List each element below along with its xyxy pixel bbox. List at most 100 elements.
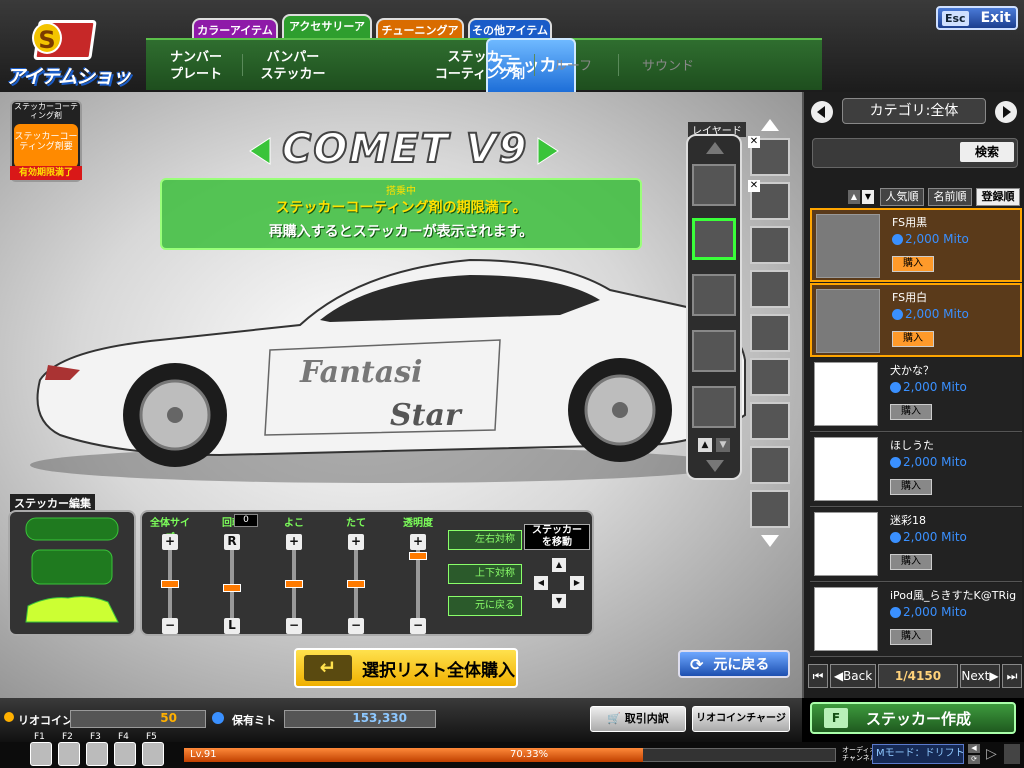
slider-knob[interactable] <box>223 584 241 592</box>
layer-slot-selected[interactable] <box>692 218 736 260</box>
sticker-thumbnail[interactable] <box>814 587 878 651</box>
slider-track[interactable] <box>416 550 420 626</box>
car-view-icons[interactable] <box>18 514 126 630</box>
car-illustration[interactable]: Fantasi Star <box>0 230 760 490</box>
tab-accessory-items[interactable]: アクセサリーアイテム <box>282 14 372 55</box>
buy-button[interactable]: 購入 <box>890 479 932 495</box>
sticker-list-item[interactable]: FS用黒 2,000 Mito 購入 <box>810 208 1022 282</box>
layer-slot[interactable] <box>692 164 736 206</box>
back-button[interactable]: ◀Back <box>830 664 876 688</box>
tab-tuning-items[interactable]: チューニングアイテム <box>376 18 464 59</box>
mirror-horizontal-button[interactable]: 左右対称 <box>448 530 522 550</box>
media-prev-icon[interactable]: ◀ <box>968 744 980 753</box>
rail-slot[interactable] <box>750 314 790 352</box>
subtab-roof[interactable]: ルーフ <box>540 42 606 90</box>
buy-button[interactable]: 購入 <box>890 629 932 645</box>
slider-decrease-button[interactable]: − <box>286 618 302 634</box>
media-play-icon[interactable]: ▷ <box>986 746 997 762</box>
layer-down-arrow-icon[interactable] <box>704 458 726 474</box>
category-next-icon[interactable] <box>994 100 1018 124</box>
next-car-arrow-icon[interactable] <box>536 136 560 166</box>
sort-registered-button[interactable]: 登録順 <box>976 188 1020 206</box>
slider-decrease-button[interactable]: L <box>224 618 240 634</box>
sticker-thumbnail[interactable] <box>814 512 878 576</box>
rail-up-arrow-icon[interactable] <box>760 118 780 132</box>
media-repeat-icon[interactable]: ⟳ <box>968 755 980 764</box>
subtab-number-plate[interactable]: ナンバー プレート <box>154 42 238 90</box>
layer-slot[interactable] <box>692 274 736 316</box>
rail-slot[interactable] <box>750 490 790 528</box>
layer-move-up-icon[interactable]: ▲ <box>698 438 712 452</box>
rail-slot[interactable] <box>750 226 790 264</box>
prev-car-arrow-icon[interactable] <box>248 136 272 166</box>
slider-increase-button[interactable]: + <box>348 534 364 550</box>
subtab-bumper-sticker[interactable]: バンパー ステッカー <box>248 42 338 90</box>
tab-color-items[interactable]: カラーアイテム <box>192 18 278 40</box>
rio-charge-button[interactable]: リオコインチャージ <box>692 706 790 732</box>
slider-knob[interactable] <box>285 580 303 589</box>
last-page-icon[interactable]: ⏭ <box>1002 664 1022 688</box>
sort-popular-button[interactable]: 人気順 <box>880 188 924 206</box>
buy-button[interactable]: 購入 <box>892 331 934 347</box>
function-key-shortcut-icon[interactable] <box>58 742 80 766</box>
move-left-icon[interactable]: ◀ <box>534 576 548 590</box>
sort-name-button[interactable]: 名前順 <box>928 188 972 206</box>
media-next-icon[interactable] <box>1004 744 1020 764</box>
slider-knob[interactable] <box>161 580 179 589</box>
sticker-thumbnail[interactable] <box>814 362 878 426</box>
sticker-list-item[interactable]: 迷彩18 2,000 Mito 購入 <box>810 508 1022 582</box>
sticker-list-item[interactable]: iPod風_らきすたK@TRig 2,000 Mito 購入 <box>810 583 1022 657</box>
rail-slot[interactable] <box>750 358 790 396</box>
rail-down-arrow-icon[interactable] <box>760 534 780 548</box>
search-button[interactable]: 検索 <box>960 142 1014 162</box>
slider-increase-button[interactable]: R <box>224 534 240 550</box>
slider-increase-button[interactable]: + <box>162 534 178 550</box>
rail-slot[interactable] <box>750 270 790 308</box>
slider-knob[interactable] <box>409 552 427 561</box>
subtab-sound[interactable]: サウンド <box>628 42 708 90</box>
buy-all-button[interactable]: ↵ 選択リスト全体購入 <box>294 648 518 688</box>
slider-increase-button[interactable]: + <box>286 534 302 550</box>
transaction-history-button[interactable]: 🛒 取引内訳 <box>590 706 686 732</box>
sticker-thumbnail[interactable] <box>814 437 878 501</box>
edit-reset-button[interactable]: 元に戻る <box>448 596 522 616</box>
reset-view-button[interactable]: ⟳ 元に戻る <box>678 650 790 678</box>
buy-button[interactable]: 購入 <box>890 554 932 570</box>
category-prev-icon[interactable] <box>810 100 834 124</box>
slider-decrease-button[interactable]: − <box>162 618 178 634</box>
rail-slot[interactable] <box>750 446 790 484</box>
exit-button[interactable]: Esc Exit <box>936 6 1018 30</box>
slider-decrease-button[interactable]: − <box>348 618 364 634</box>
move-down-icon[interactable]: ▼ <box>552 594 566 608</box>
create-sticker-button[interactable]: F ステッカー作成 <box>810 702 1016 734</box>
rail-slot[interactable] <box>750 402 790 440</box>
next-button[interactable]: Next▶ <box>960 664 1000 688</box>
move-up-icon[interactable]: ▲ <box>552 558 566 572</box>
sticker-list-item[interactable]: FS用白 2,000 Mito 購入 <box>810 283 1022 357</box>
function-key-shortcut-icon[interactable] <box>86 742 108 766</box>
slider-decrease-button[interactable]: − <box>410 618 426 634</box>
move-right-icon[interactable]: ▶ <box>570 576 584 590</box>
remove-sticker-icon[interactable]: ✕ <box>748 180 760 192</box>
layer-move-down-icon[interactable]: ▼ <box>716 438 730 452</box>
sort-asc-icon[interactable]: ▲ <box>848 190 860 204</box>
buy-button[interactable]: 購入 <box>890 404 932 420</box>
subtab-sticker-coating[interactable]: ステッカー コーティング剤 <box>432 42 528 90</box>
buy-button[interactable]: 購入 <box>892 256 934 272</box>
layer-slot[interactable] <box>692 330 736 372</box>
mirror-vertical-button[interactable]: 上下対称 <box>448 564 522 584</box>
sticker-list-item[interactable]: ほしうた 2,000 Mito 購入 <box>810 433 1022 507</box>
slider-increase-button[interactable]: + <box>410 534 426 550</box>
sort-desc-icon[interactable]: ▼ <box>862 190 874 204</box>
layer-up-arrow-icon[interactable] <box>704 140 726 156</box>
layer-slot[interactable] <box>692 386 736 428</box>
sticker-thumbnail[interactable] <box>816 214 880 278</box>
function-key-shortcut-icon[interactable] <box>114 742 136 766</box>
function-key-shortcut-icon[interactable] <box>30 742 52 766</box>
remove-sticker-icon[interactable]: ✕ <box>748 136 760 148</box>
music-mode-display[interactable]: Mモード：ドリフト <box>872 744 964 764</box>
first-page-icon[interactable]: ⏮ <box>808 664 828 688</box>
slider-knob[interactable] <box>347 580 365 589</box>
sticker-thumbnail[interactable] <box>816 289 880 353</box>
tab-other-items[interactable]: その他アイテム <box>468 18 552 40</box>
